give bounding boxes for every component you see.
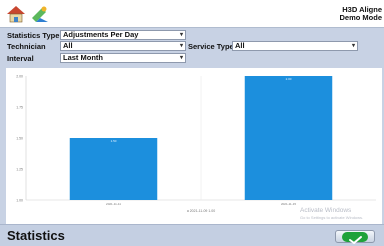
chart-bar — [69, 138, 158, 200]
interval-label: Interval — [7, 54, 34, 63]
statistics-type-label: Statistics Type — [7, 31, 60, 40]
app-title: H3D Aligne Demo Mode — [339, 6, 382, 22]
checkmark-icon — [342, 232, 368, 244]
technician-row: Technician All ▾ Service Type All ▾ — [0, 41, 384, 52]
watermark-line1: Activate Windows — [300, 207, 352, 214]
x-axis-label: a 2021-11-09 1.00 — [187, 209, 215, 213]
technician-value: All — [63, 41, 73, 50]
technician-label: Technician — [7, 42, 46, 51]
y-tick-label: 1.25 — [16, 168, 23, 172]
x-tick-label: 2021-11-11 — [106, 202, 121, 206]
tools-icon[interactable] — [30, 4, 50, 24]
status-bar: Statistics — [0, 224, 384, 246]
y-tick-label: 1.50 — [16, 137, 23, 141]
statistics-chart-panel: 1.00 1.25 1.50 1.75 2.00 1.50 2021-11-11 2.00 20… — [6, 68, 382, 224]
y-tick-label: 2.00 — [16, 75, 23, 79]
activate-windows-watermark: Activate Windows Go to Settings to activ… — [300, 207, 363, 221]
y-tick-label: 1.00 — [16, 199, 23, 203]
technician-select[interactable]: All ▾ — [60, 41, 186, 51]
service-type-value: All — [235, 41, 245, 50]
y-tick-label: 1.75 — [16, 106, 23, 110]
chevron-down-icon: ▾ — [179, 43, 183, 49]
bar-value-label: 1.50 — [111, 139, 117, 143]
interval-value: Last Month — [63, 53, 103, 62]
interval-row: Interval Last Month ▾ — [0, 53, 384, 64]
chevron-down-icon: ▾ — [351, 43, 355, 49]
app-title-line2: Demo Mode — [339, 13, 382, 22]
service-type-label: Service Type — [188, 42, 234, 51]
chevron-down-icon: ▾ — [179, 32, 183, 38]
interval-select[interactable]: Last Month ▾ — [60, 53, 186, 63]
home-icon[interactable] — [6, 4, 26, 24]
statistics-type-row: Statistics Type Adjustments Per Day ▾ — [0, 30, 384, 41]
statistics-type-value: Adjustments Per Day — [63, 30, 139, 39]
statistics-type-select[interactable]: Adjustments Per Day ▾ — [60, 30, 186, 40]
bar-value-label: 2.00 — [286, 77, 292, 81]
chart-bar — [244, 76, 333, 200]
statistics-chart: 1.00 1.25 1.50 1.75 2.00 1.50 2021-11-11 2.00 20… — [16, 75, 376, 213]
service-type-select[interactable]: All ▾ — [232, 41, 358, 51]
top-toolbar: H3D Aligne Demo Mode — [0, 0, 384, 28]
ok-button[interactable] — [335, 230, 375, 244]
x-tick-label: 2021-11-15 — [281, 202, 296, 206]
page-title: Statistics — [7, 228, 65, 243]
chevron-down-icon: ▾ — [179, 55, 183, 61]
watermark-line2: Go to Settings to activate Windows. — [300, 215, 364, 220]
